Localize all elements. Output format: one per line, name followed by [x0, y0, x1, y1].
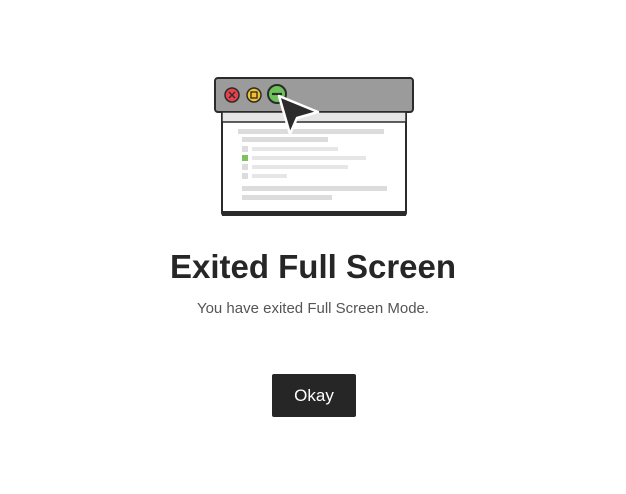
- window-bottom-shadow: [222, 211, 406, 216]
- okay-button[interactable]: Okay: [272, 374, 356, 417]
- minimize-icon: [246, 87, 262, 103]
- window-titlebar: [214, 77, 414, 113]
- exited-full-screen-dialog: Exited Full Screen You have exited Full …: [0, 0, 626, 494]
- dialog-message: You have exited Full Screen Mode.: [196, 300, 430, 317]
- browser-window-illustration: [214, 77, 414, 216]
- close-icon: [224, 87, 240, 103]
- dialog-title: Exited Full Screen: [169, 248, 457, 285]
